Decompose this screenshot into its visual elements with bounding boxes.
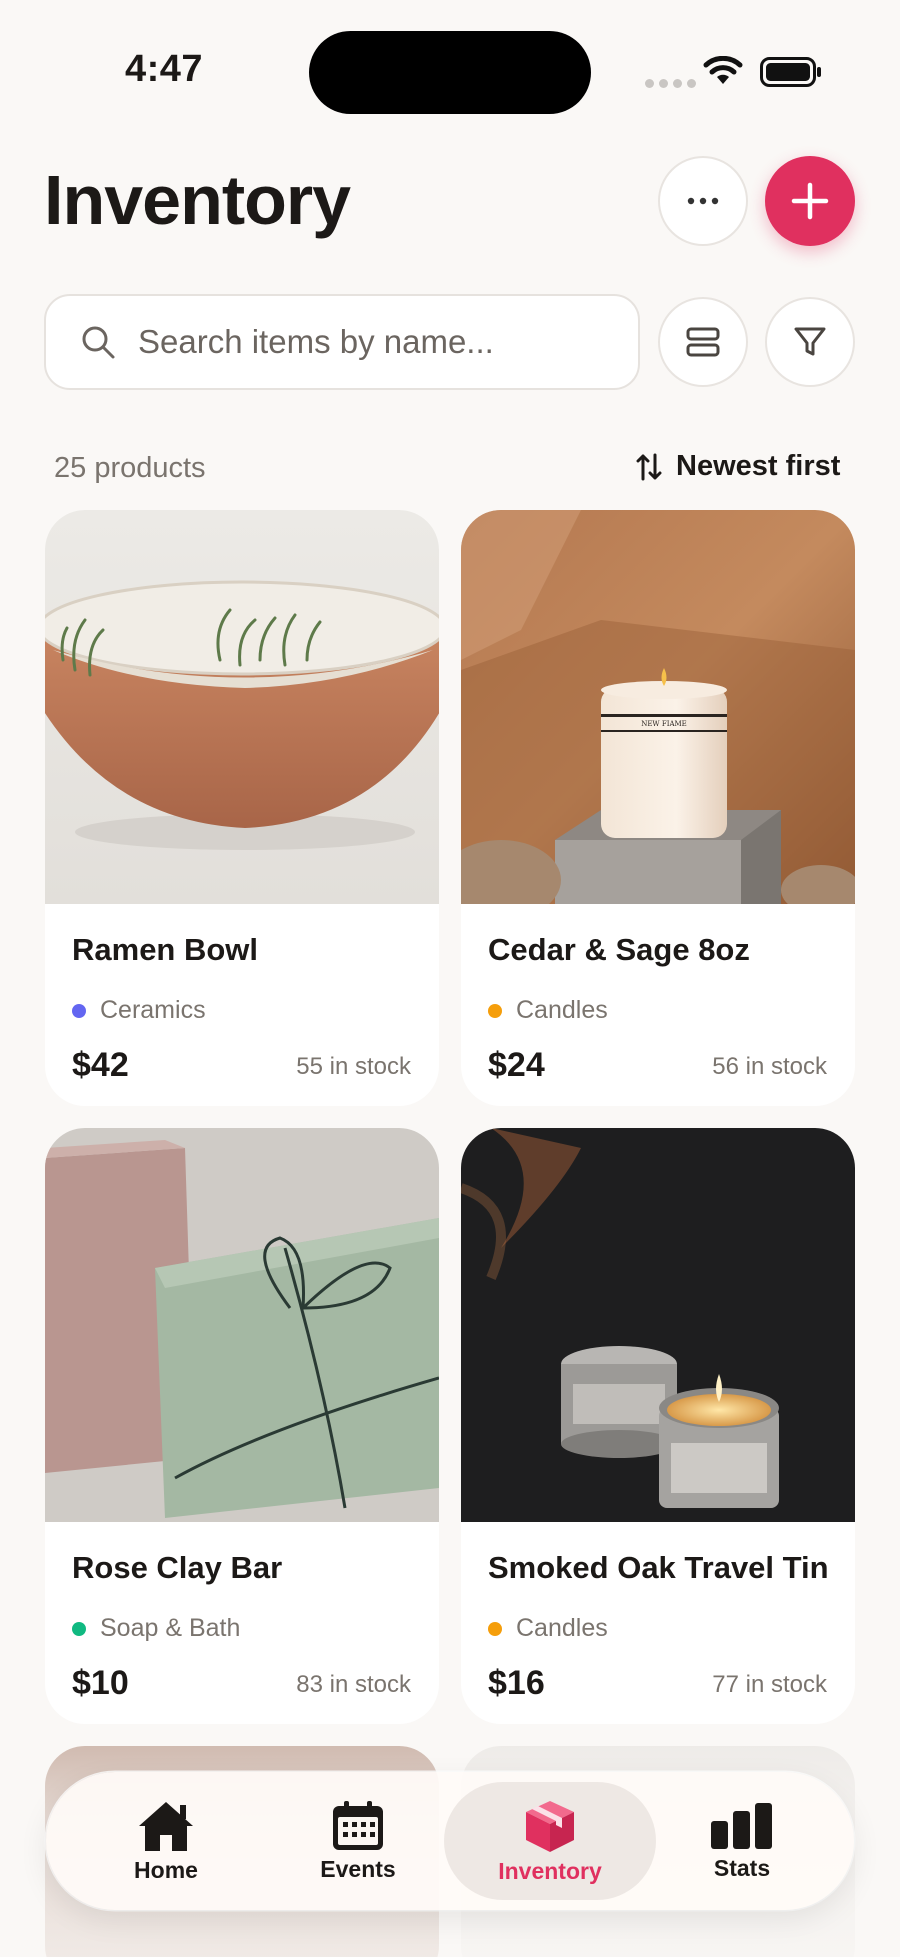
- product-image: [461, 1128, 855, 1522]
- tab-home[interactable]: Home: [60, 1782, 272, 1900]
- product-name: Ramen Bowl: [72, 932, 259, 967]
- bar-chart-icon: [711, 1802, 772, 1849]
- product-category: Ceramics: [72, 996, 206, 1025]
- calendar-icon: [333, 1800, 383, 1850]
- product-stock: 83 in stock: [296, 1671, 411, 1698]
- search-icon: [82, 326, 115, 359]
- page-title: Inventory: [44, 161, 351, 239]
- category-dot-icon: [488, 1003, 502, 1018]
- box-icon: [526, 1800, 574, 1852]
- tab-inventory[interactable]: Inventory: [444, 1782, 656, 1900]
- product-card[interactable]: Ramen Bowl Ceramics $42 55 in stock: [45, 510, 439, 1106]
- search-placeholder: Search items by name...: [138, 323, 494, 360]
- product-image: NEW FIAME: [461, 510, 855, 904]
- rows-icon: [686, 327, 720, 357]
- plus-icon: [791, 182, 829, 220]
- tab-label: Events: [320, 1855, 396, 1882]
- product-price: $16: [488, 1664, 545, 1702]
- product-name: Rose Clay Bar: [72, 1550, 283, 1585]
- layout-toggle-button[interactable]: [658, 297, 748, 387]
- tab-events[interactable]: Events: [252, 1782, 464, 1900]
- category-dot-icon: [72, 1003, 86, 1018]
- tab-label: Stats: [713, 1854, 771, 1881]
- status-time: 4:47: [125, 48, 204, 90]
- category-label: Ceramics: [100, 996, 206, 1024]
- filter-button[interactable]: [765, 297, 855, 387]
- house-icon: [139, 1801, 193, 1851]
- product-card[interactable]: NEW FIAME Cedar & Sage 8oz Candles $24 5…: [461, 510, 855, 1106]
- product-name: Cedar & Sage 8oz: [488, 932, 750, 967]
- status-bar: 4:47: [0, 0, 900, 150]
- product-card[interactable]: Rose Clay Bar Soap & Bath $10 83 in stoc…: [45, 1128, 439, 1724]
- product-image: [45, 1128, 439, 1522]
- tab-label: Home: [134, 1856, 198, 1883]
- product-stock: 56 in stock: [712, 1053, 827, 1080]
- sort-label: Newest first: [676, 450, 841, 482]
- sort-arrows-icon: [636, 453, 662, 480]
- category-dot-icon: [72, 1621, 86, 1636]
- tab-label: Inventory: [498, 1857, 602, 1884]
- product-category: Candles: [488, 996, 608, 1025]
- product-stock: 77 in stock: [712, 1671, 827, 1698]
- tab-stats[interactable]: Stats: [636, 1782, 848, 1900]
- product-category: Soap & Bath: [72, 1614, 240, 1643]
- dynamic-island: [309, 31, 591, 114]
- product-count: 25 products: [54, 452, 206, 484]
- product-price: $42: [72, 1046, 129, 1084]
- wifi-icon: [703, 56, 743, 84]
- funnel-icon: [794, 327, 826, 356]
- category-label: Soap & Bath: [100, 1614, 241, 1642]
- add-item-button[interactable]: [765, 156, 855, 246]
- more-options-button[interactable]: [658, 156, 748, 246]
- product-price: $24: [488, 1046, 545, 1084]
- search-input[interactable]: Search items by name...: [44, 294, 640, 390]
- category-label: Candles: [516, 1614, 608, 1642]
- svg-text:NEW FIAME: NEW FIAME: [641, 720, 687, 728]
- product-category: Candles: [488, 1614, 608, 1643]
- battery-icon: [760, 57, 821, 87]
- product-stock: 55 in stock: [296, 1053, 411, 1080]
- product-image: [45, 510, 439, 904]
- product-name: Smoked Oak Travel Tin: [488, 1550, 829, 1585]
- cellular-signal-icon: [645, 79, 696, 88]
- category-dot-icon: [488, 1621, 502, 1636]
- product-card[interactable]: Smoked Oak Travel Tin Candles $16 77 in …: [461, 1128, 855, 1724]
- bottom-tab-bar: Home Events Inventory Stats: [46, 1772, 854, 1910]
- ellipsis-icon: [687, 197, 719, 205]
- sort-control[interactable]: Newest first: [636, 450, 840, 483]
- product-price: $10: [72, 1664, 129, 1702]
- category-label: Candles: [516, 996, 608, 1024]
